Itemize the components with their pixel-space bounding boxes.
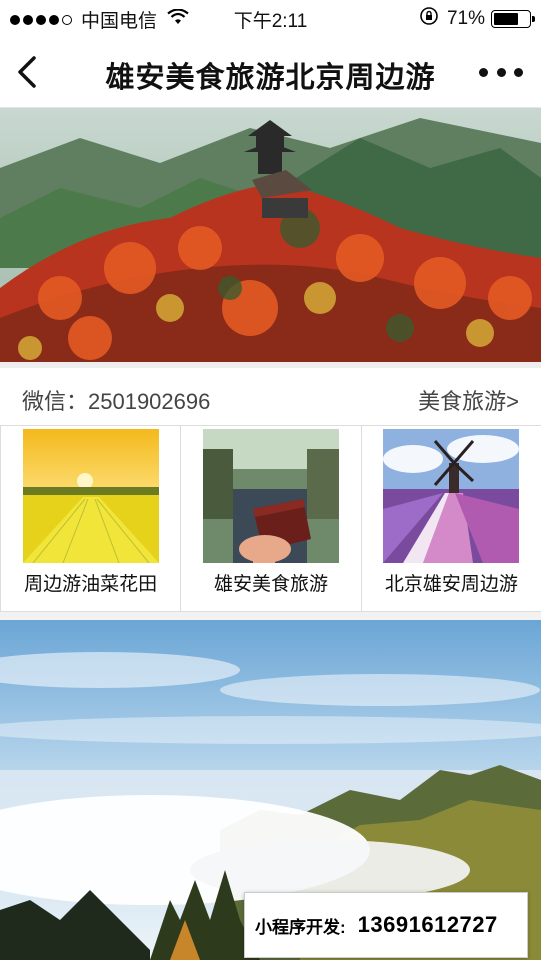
status-right: 71% (419, 6, 535, 32)
grid-label: 北京雄安周边游 (384, 574, 518, 595)
info-row: 微信：2501902696 美食旅游> (0, 368, 541, 426)
battery-icon (491, 10, 535, 28)
chevron-left-icon (18, 56, 36, 88)
developer-contact-badge[interactable]: 小程序开发: 13691612727 (244, 892, 528, 958)
banner-image[interactable] (0, 108, 541, 362)
nav-bar: 雄安美食旅游北京周边游 (0, 36, 541, 108)
windmill-field-image (383, 429, 520, 563)
separator (0, 612, 541, 620)
battery-percent: 71% (446, 8, 485, 29)
grid-item-food[interactable]: 雄安美食旅游 (181, 426, 362, 611)
canola-field-image (22, 429, 159, 563)
category-link[interactable]: 美食旅游> (418, 384, 519, 416)
grid-label: 雄安美食旅游 (213, 574, 328, 595)
more-dots-icon (479, 67, 488, 77)
badge-phone: 13691612727 (357, 912, 498, 937)
orientation-lock-icon (419, 6, 439, 32)
page-title: 雄安美食旅游北京周边游 (105, 62, 436, 94)
cake-canal-image (202, 429, 339, 563)
badge-label: 小程序开发: (255, 917, 346, 937)
category-grid: 周边游油菜花田 雄安美食旅游 北京雄安周边游 (0, 426, 541, 612)
grid-item-windmill[interactable]: 北京雄安周边游 (362, 426, 541, 611)
wechat-id: 微信：2501902696 (22, 389, 211, 414)
more-button[interactable] (479, 58, 523, 86)
back-button[interactable] (12, 52, 48, 92)
grid-item-canola[interactable]: 周边游油菜花田 (0, 426, 182, 611)
grid-label: 周边游油菜花田 (24, 574, 158, 595)
status-bar: 中国电信 下午2:11 71% (0, 0, 541, 36)
